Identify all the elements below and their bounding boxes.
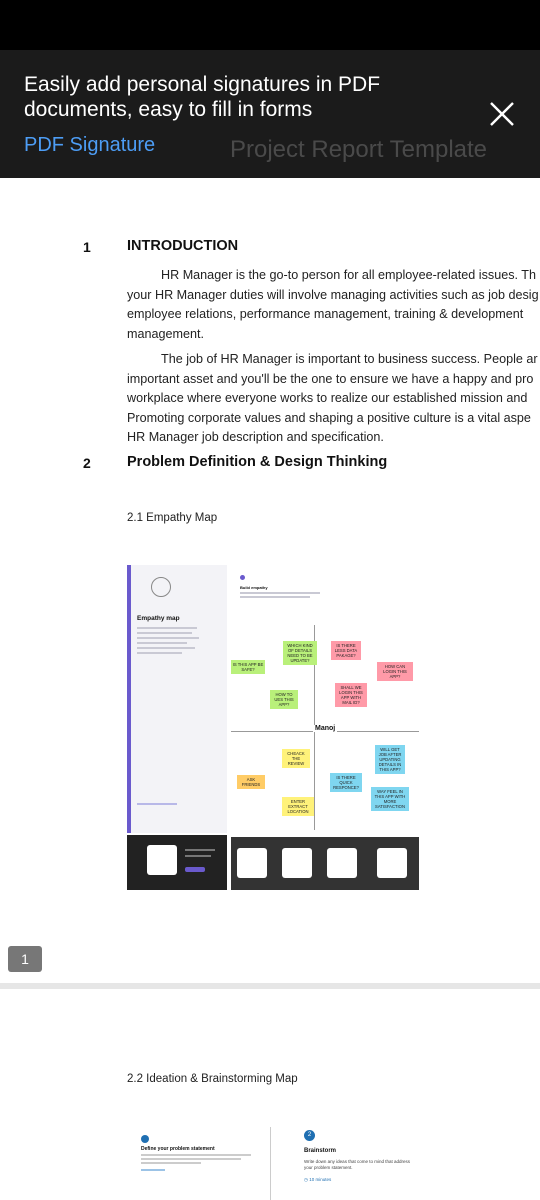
section-title: Problem Definition & Design Thinking: [127, 454, 388, 470]
sticky-note: CHEACK THE REVIEW: [282, 749, 310, 768]
thumbnail: [282, 848, 312, 878]
sticky-note: WILL GET JOB AFTER UPDATING DETAILS IN T…: [375, 745, 405, 774]
close-icon[interactable]: [482, 94, 522, 134]
sticky-note: IS THERE LESS DATA PAKAGE?: [331, 641, 361, 660]
pdf-page-1[interactable]: 1 INTRODUCTION HR Manager is the go-to p…: [0, 178, 540, 983]
empathy-footer-dark: [127, 835, 227, 890]
brainstorm-map-image: Define your problem statement 2 Brainsto…: [138, 1127, 418, 1200]
thumbnail: [327, 848, 357, 878]
section-number: 2: [83, 455, 91, 471]
section-title: INTRODUCTION: [127, 238, 239, 254]
sticky-note: SHALL WE LOGIN THIS APP WITH MAIL ID?: [335, 683, 367, 707]
section-number: 1: [83, 239, 91, 255]
banner-ghost-title: Project Report Template: [230, 136, 488, 163]
build-empathy-label: Build empathy: [240, 585, 268, 590]
banner-headline: Easily add personal signatures in PDF do…: [24, 73, 381, 121]
thumbnail: [377, 848, 407, 878]
persona-name: Manoj: [313, 725, 338, 732]
pdf-signature-link[interactable]: PDF Signature: [24, 134, 155, 157]
sticky-note: ENTER EXTRACT LOCATION: [282, 797, 314, 816]
sticky-note: IS THIS APP BE SAFE?: [231, 660, 265, 674]
step-2-title: Brainstorm: [304, 1148, 337, 1154]
empathy-map-panel: Empathy map: [127, 565, 227, 833]
page-number-indicator[interactable]: 1: [8, 946, 42, 972]
step-2-time: ◷ 10 minutes: [304, 1177, 332, 1182]
thumbnail: [237, 848, 267, 878]
status-bar: [0, 0, 540, 50]
promo-banner[interactable]: Project Report Template Easily add perso…: [0, 50, 540, 178]
sticky-note: WAY FEEL IN THIS APP WITH MORE SATISFACT…: [371, 787, 409, 811]
sticky-note: HOW CAN LOGIN THIS APP?: [377, 662, 413, 681]
sticky-note: HOW TO UES THIS APP?: [270, 690, 298, 709]
intro-paragraph-1: HR Manager is the go-to person for all e…: [127, 268, 539, 341]
sticky-note: ASK FRIENDS: [237, 775, 265, 789]
sticky-note: IS THERE QUICK RESPONCE?: [330, 773, 362, 792]
empathy-map-title: Empathy map: [137, 615, 180, 622]
intro-paragraph-2: The job of HR Manager is important to bu…: [127, 352, 538, 445]
subsection-title: 2.2 Ideation & Brainstorming Map: [127, 1073, 298, 1085]
step-2-description: Write down any ideas that come to mind t…: [304, 1159, 410, 1170]
step-1-title: Define your problem statement: [141, 1146, 215, 1152]
empathy-logo-icon: [151, 577, 171, 597]
empathy-map-image: Empathy map Build empathy WHICH KIND OF …: [127, 565, 419, 890]
sticky-note: WHICH KIND OF DETAILS NEED TO BE UPDATE?: [283, 641, 317, 665]
pdf-page-2[interactable]: 2.2 Ideation & Brainstorming Map Define …: [0, 989, 540, 1200]
step-2-marker: 2: [304, 1130, 315, 1141]
subsection-title: 2.1 Empathy Map: [127, 512, 218, 524]
step-1-marker: [141, 1135, 149, 1143]
